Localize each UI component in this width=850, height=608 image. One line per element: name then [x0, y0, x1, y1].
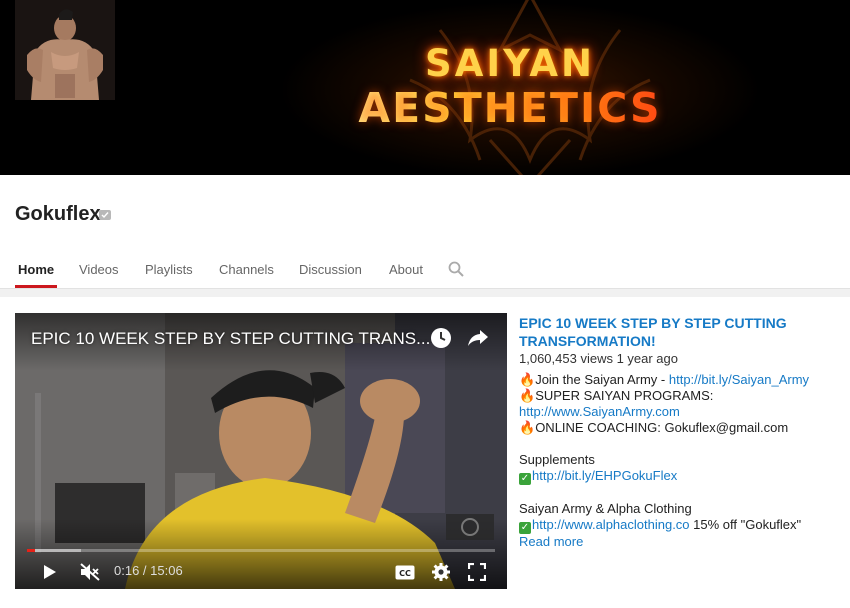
tab-label: Discussion — [299, 262, 362, 277]
tab-videos[interactable]: Videos — [79, 250, 119, 288]
checkmark-icon: ✓ — [519, 473, 531, 485]
progress-bar[interactable] — [27, 549, 495, 552]
supplements-link[interactable]: http://bit.ly/EHPGokuFlex — [532, 468, 677, 483]
description-line: ✓ http://www.alphaclothing.co 15% off "Go… — [519, 517, 839, 534]
clothing-heading: Saiyan Army & Alpha Clothing — [519, 501, 692, 516]
banner-title: SAIYAN AESTHETICS — [325, 45, 695, 129]
cc-icon[interactable]: CC — [395, 565, 415, 585]
tab-discussion[interactable]: Discussion — [299, 250, 362, 288]
video-description: EPIC 10 WEEK STEP BY STEP CUTTING TRANSF… — [519, 314, 839, 550]
channel-banner: SAIYAN AESTHETICS — [0, 0, 850, 175]
progress-played — [27, 549, 36, 552]
tab-home[interactable]: Home — [15, 250, 58, 288]
saiyan-army-link[interactable]: http://bit.ly/Saiyan_Army — [669, 372, 809, 387]
description-line: 🔥SUPER SAIYAN PROGRAMS: — [519, 388, 839, 404]
tab-channels[interactable]: Channels — [219, 250, 274, 288]
tab-label: Home — [18, 262, 55, 277]
tab-label: Playlists — [145, 262, 193, 277]
description-line: 🔥ONLINE COACHING: Gokuflex@gmail.com — [519, 420, 839, 436]
verified-badge-icon — [99, 210, 111, 220]
description-text: Join the Saiyan Army - — [535, 372, 669, 387]
fullscreen-icon[interactable] — [467, 562, 487, 586]
description-text: ONLINE COACHING: Gokuflex@gmail.com — [535, 420, 789, 435]
fire-emoji-icon: 🔥 — [519, 420, 536, 435]
saiyan-programs-link[interactable]: http://www.SaiyanArmy.com — [519, 404, 680, 419]
channel-avatar[interactable] — [15, 0, 115, 100]
supplements-heading: Supplements — [519, 452, 595, 467]
video-meta: 1,060,453 views 1 year ago — [519, 351, 678, 366]
active-tab-underline — [15, 285, 58, 288]
description-line: http://www.SaiyanArmy.com — [519, 404, 839, 420]
tab-label: Channels — [219, 262, 274, 277]
tab-about[interactable]: About — [389, 250, 423, 288]
time-display: 0:16 / 15:06 — [114, 563, 183, 578]
fire-emoji-icon: 🔥 — [519, 372, 536, 387]
description-text: SUPER SAIYAN PROGRAMS: — [535, 388, 714, 403]
featured-video-section: EPIC 10 WEEK STEP BY STEP CUTTING TRANS.… — [0, 297, 850, 608]
tab-playlists[interactable]: Playlists — [145, 250, 193, 288]
mute-icon[interactable] — [79, 562, 101, 587]
channel-watermark[interactable] — [446, 514, 494, 540]
svg-text:CC: CC — [399, 569, 411, 578]
banner-title-line2: AESTHETICS — [325, 88, 695, 129]
channel-name[interactable]: Gokuflex — [15, 203, 101, 226]
video-title-link[interactable]: EPIC 10 WEEK STEP BY STEP CUTTING TRANSF… — [519, 314, 839, 350]
checkmark-icon: ✓ — [519, 522, 531, 534]
video-player[interactable]: EPIC 10 WEEK STEP BY STEP CUTTING TRANS.… — [15, 313, 507, 589]
player-video-title[interactable]: EPIC 10 WEEK STEP BY STEP CUTTING TRANS.… — [31, 329, 430, 349]
gear-icon[interactable] — [431, 562, 451, 587]
description-line: ✓ http://bit.ly/EHPGokuFlex — [519, 468, 839, 485]
channel-header: Gokuflex Home Videos Playlists Channels … — [0, 175, 850, 289]
banner-title-line1: SAIYAN — [425, 42, 595, 85]
share-icon[interactable] — [466, 326, 490, 355]
search-icon[interactable] — [448, 261, 464, 282]
description-text: 15% off "Gokuflex" — [689, 517, 802, 532]
clothing-link[interactable]: http://www.alphaclothing.co — [532, 517, 690, 532]
fire-emoji-icon: 🔥 — [519, 388, 536, 403]
play-icon[interactable] — [42, 563, 58, 586]
read-more-link[interactable]: Read more — [519, 534, 839, 550]
description-line: 🔥Join the Saiyan Army - http://bit.ly/Sa… — [519, 372, 839, 388]
clock-icon[interactable] — [429, 326, 453, 355]
bodybuilder-photo — [15, 0, 115, 100]
tab-label: About — [389, 262, 423, 277]
tab-label: Videos — [79, 262, 119, 277]
